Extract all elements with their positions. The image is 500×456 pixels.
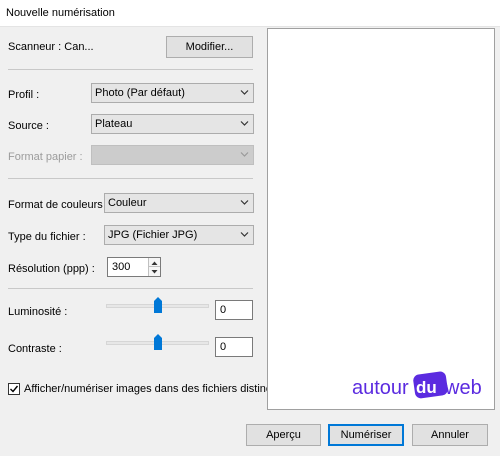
- color-format-value: Couleur: [108, 197, 147, 209]
- svg-text:du: du: [416, 378, 437, 397]
- separate-files-label: Afficher/numériser images dans des fichi…: [24, 383, 280, 395]
- cancel-button[interactable]: Annuler: [412, 424, 488, 446]
- paper-format-label: Format papier :: [8, 151, 83, 163]
- chevron-down-icon: [240, 200, 249, 205]
- slider-thumb-icon[interactable]: [153, 334, 162, 350]
- chevron-down-icon: [240, 121, 249, 126]
- spin-down-icon: [151, 270, 158, 274]
- profile-label: Profil :: [8, 89, 40, 101]
- profile-value: Photo (Par défaut): [95, 87, 185, 99]
- file-type-label: Type du fichier :: [8, 231, 86, 243]
- paper-format-select: [91, 145, 254, 165]
- color-format-label: Format de couleurs :: [8, 199, 109, 211]
- slider-thumb-icon[interactable]: [153, 297, 162, 313]
- chevron-down-icon: [240, 90, 249, 95]
- resolution-label: Résolution (ppp) :: [8, 263, 95, 275]
- separator-1: [8, 69, 253, 70]
- scan-dialog: Nouvelle numérisation Scanneur : Can... …: [0, 0, 500, 456]
- autourduweb-logo: autour du web: [352, 371, 482, 399]
- chevron-down-icon: [240, 152, 249, 157]
- source-select[interactable]: Plateau: [91, 114, 254, 134]
- color-format-select[interactable]: Couleur: [104, 193, 254, 213]
- svg-text:autour: autour: [352, 377, 409, 399]
- resolution-spinner[interactable]: 300: [107, 257, 161, 277]
- spin-up-button[interactable]: [148, 258, 160, 267]
- contrast-value: 0: [220, 341, 227, 353]
- source-value: Plateau: [95, 118, 133, 130]
- window-title: Nouvelle numérisation: [6, 7, 115, 19]
- checkmark-icon: [10, 385, 19, 393]
- contrast-input[interactable]: 0: [215, 337, 253, 357]
- preview-button[interactable]: Aperçu: [246, 424, 321, 446]
- contrast-label: Contraste :: [8, 343, 62, 355]
- source-label: Source :: [8, 120, 49, 132]
- resolution-value: 300: [112, 261, 131, 273]
- profile-select[interactable]: Photo (Par défaut): [91, 83, 254, 103]
- brightness-value: 0: [220, 304, 227, 316]
- separate-files-checkbox[interactable]: [8, 383, 20, 395]
- separator-2: [8, 178, 253, 179]
- title-bar: Nouvelle numérisation: [0, 0, 500, 27]
- svg-text:web: web: [444, 377, 482, 399]
- spin-down-button[interactable]: [148, 267, 160, 276]
- modify-scanner-button[interactable]: Modifier...: [166, 36, 253, 58]
- file-type-value: JPG (Fichier JPG): [108, 229, 198, 241]
- chevron-down-icon: [240, 232, 249, 237]
- brightness-label: Luminosité :: [8, 306, 68, 318]
- preview-pane: [267, 28, 495, 410]
- separator-3: [8, 288, 253, 289]
- brightness-input[interactable]: 0: [215, 300, 253, 320]
- scanner-label: Scanneur : Can...: [8, 41, 94, 53]
- file-type-select[interactable]: JPG (Fichier JPG): [104, 225, 254, 245]
- spin-up-icon: [151, 261, 158, 265]
- scan-button[interactable]: Numériser: [328, 424, 404, 446]
